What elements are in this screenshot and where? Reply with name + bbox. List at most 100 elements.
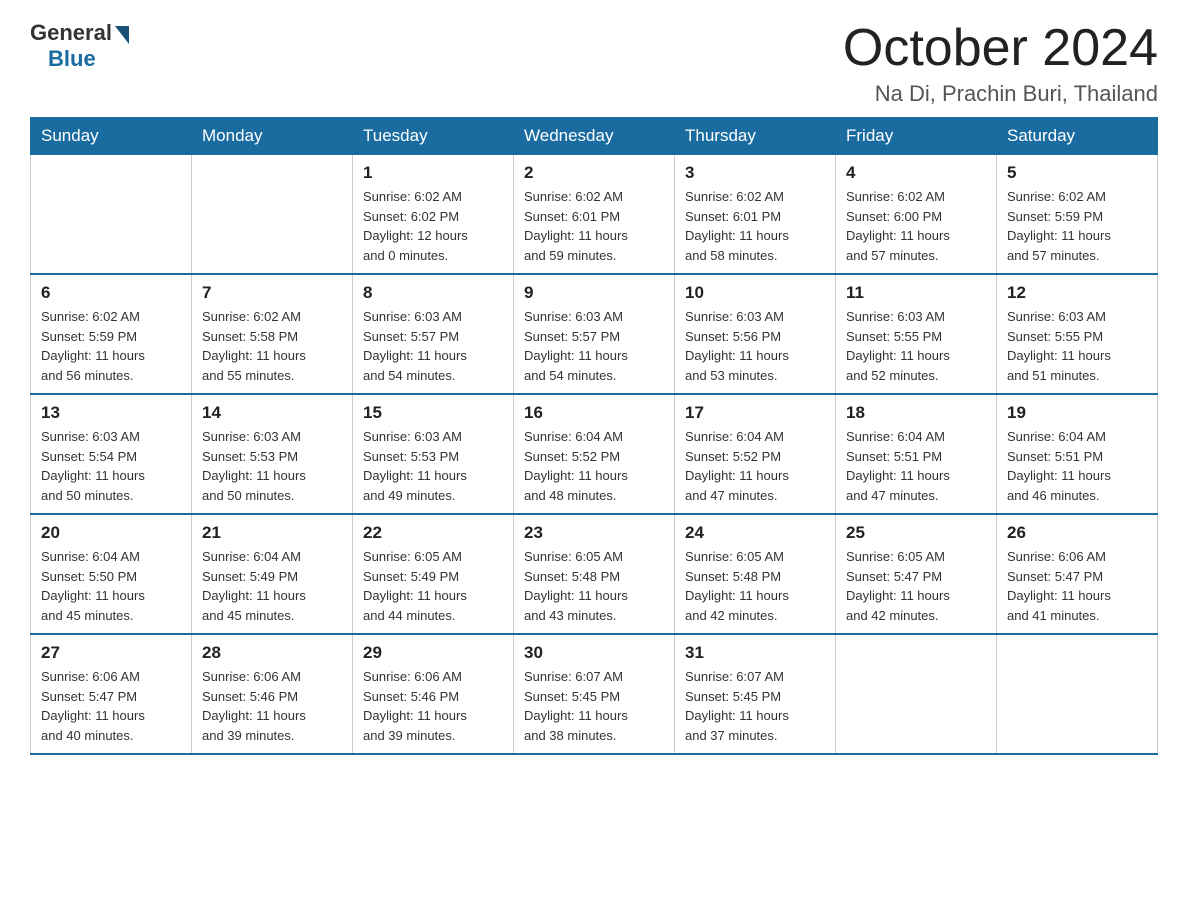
- day-info: Sunrise: 6:03 AM Sunset: 5:57 PM Dayligh…: [524, 307, 664, 385]
- logo: General Blue: [30, 20, 129, 72]
- day-number: 12: [1007, 283, 1147, 303]
- calendar-cell: 12Sunrise: 6:03 AM Sunset: 5:55 PM Dayli…: [997, 274, 1158, 394]
- calendar-cell: 31 Sunrise: 6:07 AM Sunset: 5:45 PM Dayli…: [675, 634, 836, 754]
- day-number: 8: [363, 283, 503, 303]
- day-header-monday: Monday: [192, 118, 353, 155]
- day-info: Sunrise: 6:07 AM Sunset: 5:45 PM Dayligh…: [524, 667, 664, 745]
- calendar-cell: 24 Sunrise: 6:05 AM Sunset: 5:48 PM Dayli…: [675, 514, 836, 634]
- day-info: Sunrise: 6:06 AM Sunset: 5:47 PM Dayligh…: [1007, 547, 1147, 625]
- day-header-thursday: Thursday: [675, 118, 836, 155]
- day-info: Sunrise: 6:02 AM Sunset: 6:02 PM Dayligh…: [363, 187, 503, 265]
- day-info: Sunrise: 6:04 AM Sunset: 5:49 PM Dayligh…: [202, 547, 342, 625]
- calendar-cell: 23 Sunrise: 6:05 AM Sunset: 5:48 PM Dayli…: [514, 514, 675, 634]
- calendar-cell: [997, 634, 1158, 754]
- calendar-cell: 28Sunrise: 6:06 AM Sunset: 5:46 PM Dayli…: [192, 634, 353, 754]
- calendar-cell: 27Sunrise: 6:06 AM Sunset: 5:47 PM Dayli…: [31, 634, 192, 754]
- location-text: Na Di, Prachin Buri, Thailand: [843, 81, 1158, 107]
- calendar-week-4: 20 Sunrise: 6:04 AM Sunset: 5:50 PM Dayli…: [31, 514, 1158, 634]
- calendar-cell: [836, 634, 997, 754]
- calendar-cell: 5 Sunrise: 6:02 AM Sunset: 5:59 PM Daylig…: [997, 155, 1158, 275]
- calendar-cell: 20 Sunrise: 6:04 AM Sunset: 5:50 PM Dayli…: [31, 514, 192, 634]
- calendar-cell: 19Sunrise: 6:04 AM Sunset: 5:51 PM Dayli…: [997, 394, 1158, 514]
- day-info: Sunrise: 6:05 AM Sunset: 5:47 PM Dayligh…: [846, 547, 986, 625]
- calendar-cell: 30Sunrise: 6:07 AM Sunset: 5:45 PM Dayli…: [514, 634, 675, 754]
- day-number: 15: [363, 403, 503, 423]
- day-header-saturday: Saturday: [997, 118, 1158, 155]
- day-info: Sunrise: 6:02 AM Sunset: 5:59 PM Dayligh…: [1007, 187, 1147, 265]
- calendar-cell: 21 Sunrise: 6:04 AM Sunset: 5:49 PM Dayli…: [192, 514, 353, 634]
- day-number: 21: [202, 523, 342, 543]
- day-header-sunday: Sunday: [31, 118, 192, 155]
- calendar-header-row: SundayMondayTuesdayWednesdayThursdayFrid…: [31, 118, 1158, 155]
- calendar-cell: 15 Sunrise: 6:03 AM Sunset: 5:53 PM Dayli…: [353, 394, 514, 514]
- day-info: Sunrise: 6:05 AM Sunset: 5:48 PM Dayligh…: [524, 547, 664, 625]
- calendar-cell: 14Sunrise: 6:03 AM Sunset: 5:53 PM Dayli…: [192, 394, 353, 514]
- day-number: 14: [202, 403, 342, 423]
- calendar-cell: 7 Sunrise: 6:02 AM Sunset: 5:58 PM Daylig…: [192, 274, 353, 394]
- day-info: Sunrise: 6:05 AM Sunset: 5:48 PM Dayligh…: [685, 547, 825, 625]
- calendar-table: SundayMondayTuesdayWednesdayThursdayFrid…: [30, 117, 1158, 755]
- day-info: Sunrise: 6:04 AM Sunset: 5:52 PM Dayligh…: [685, 427, 825, 505]
- calendar-cell: 13 Sunrise: 6:03 AM Sunset: 5:54 PM Dayli…: [31, 394, 192, 514]
- calendar-cell: 2 Sunrise: 6:02 AM Sunset: 6:01 PM Daylig…: [514, 155, 675, 275]
- day-info: Sunrise: 6:07 AM Sunset: 5:45 PM Dayligh…: [685, 667, 825, 745]
- day-info: Sunrise: 6:04 AM Sunset: 5:51 PM Dayligh…: [846, 427, 986, 505]
- day-number: 13: [41, 403, 181, 423]
- day-info: Sunrise: 6:03 AM Sunset: 5:54 PM Dayligh…: [41, 427, 181, 505]
- day-number: 28: [202, 643, 342, 663]
- day-info: Sunrise: 6:02 AM Sunset: 6:01 PM Dayligh…: [524, 187, 664, 265]
- day-number: 10: [685, 283, 825, 303]
- day-info: Sunrise: 6:03 AM Sunset: 5:55 PM Dayligh…: [846, 307, 986, 385]
- calendar-cell: 25Sunrise: 6:05 AM Sunset: 5:47 PM Dayli…: [836, 514, 997, 634]
- day-info: Sunrise: 6:05 AM Sunset: 5:49 PM Dayligh…: [363, 547, 503, 625]
- calendar-cell: 17 Sunrise: 6:04 AM Sunset: 5:52 PM Dayli…: [675, 394, 836, 514]
- day-header-wednesday: Wednesday: [514, 118, 675, 155]
- day-header-tuesday: Tuesday: [353, 118, 514, 155]
- calendar-cell: 3 Sunrise: 6:02 AM Sunset: 6:01 PM Daylig…: [675, 155, 836, 275]
- calendar-cell: 10 Sunrise: 6:03 AM Sunset: 5:56 PM Dayli…: [675, 274, 836, 394]
- day-number: 7: [202, 283, 342, 303]
- day-info: Sunrise: 6:06 AM Sunset: 5:46 PM Dayligh…: [363, 667, 503, 745]
- calendar-week-1: 1Sunrise: 6:02 AM Sunset: 6:02 PM Daylig…: [31, 155, 1158, 275]
- page-header: General Blue October 2024 Na Di, Prachin…: [30, 20, 1158, 107]
- calendar-cell: 11Sunrise: 6:03 AM Sunset: 5:55 PM Dayli…: [836, 274, 997, 394]
- calendar-cell: [31, 155, 192, 275]
- day-info: Sunrise: 6:03 AM Sunset: 5:56 PM Dayligh…: [685, 307, 825, 385]
- calendar-cell: 1Sunrise: 6:02 AM Sunset: 6:02 PM Daylig…: [353, 155, 514, 275]
- day-number: 20: [41, 523, 181, 543]
- day-number: 22: [363, 523, 503, 543]
- day-number: 16: [524, 403, 664, 423]
- logo-general-text: General: [30, 20, 112, 46]
- calendar-cell: 6 Sunrise: 6:02 AM Sunset: 5:59 PM Daylig…: [31, 274, 192, 394]
- calendar-week-2: 6 Sunrise: 6:02 AM Sunset: 5:59 PM Daylig…: [31, 274, 1158, 394]
- logo-arrow-icon: [115, 26, 129, 44]
- day-info: Sunrise: 6:04 AM Sunset: 5:52 PM Dayligh…: [524, 427, 664, 505]
- calendar-week-3: 13 Sunrise: 6:03 AM Sunset: 5:54 PM Dayli…: [31, 394, 1158, 514]
- day-number: 5: [1007, 163, 1147, 183]
- title-area: October 2024 Na Di, Prachin Buri, Thaila…: [843, 20, 1158, 107]
- calendar-cell: [192, 155, 353, 275]
- day-number: 3: [685, 163, 825, 183]
- calendar-cell: 9Sunrise: 6:03 AM Sunset: 5:57 PM Daylig…: [514, 274, 675, 394]
- day-number: 6: [41, 283, 181, 303]
- day-number: 18: [846, 403, 986, 423]
- day-info: Sunrise: 6:02 AM Sunset: 5:58 PM Dayligh…: [202, 307, 342, 385]
- calendar-cell: 8 Sunrise: 6:03 AM Sunset: 5:57 PM Daylig…: [353, 274, 514, 394]
- day-info: Sunrise: 6:06 AM Sunset: 5:47 PM Dayligh…: [41, 667, 181, 745]
- day-number: 17: [685, 403, 825, 423]
- day-info: Sunrise: 6:02 AM Sunset: 6:01 PM Dayligh…: [685, 187, 825, 265]
- day-info: Sunrise: 6:04 AM Sunset: 5:51 PM Dayligh…: [1007, 427, 1147, 505]
- day-info: Sunrise: 6:03 AM Sunset: 5:57 PM Dayligh…: [363, 307, 503, 385]
- day-number: 23: [524, 523, 664, 543]
- calendar-cell: 26 Sunrise: 6:06 AM Sunset: 5:47 PM Dayli…: [997, 514, 1158, 634]
- calendar-cell: 22 Sunrise: 6:05 AM Sunset: 5:49 PM Dayli…: [353, 514, 514, 634]
- day-number: 2: [524, 163, 664, 183]
- day-number: 26: [1007, 523, 1147, 543]
- day-number: 31: [685, 643, 825, 663]
- day-info: Sunrise: 6:04 AM Sunset: 5:50 PM Dayligh…: [41, 547, 181, 625]
- day-number: 29: [363, 643, 503, 663]
- day-info: Sunrise: 6:03 AM Sunset: 5:53 PM Dayligh…: [363, 427, 503, 505]
- day-info: Sunrise: 6:02 AM Sunset: 5:59 PM Dayligh…: [41, 307, 181, 385]
- day-info: Sunrise: 6:02 AM Sunset: 6:00 PM Dayligh…: [846, 187, 986, 265]
- day-number: 24: [685, 523, 825, 543]
